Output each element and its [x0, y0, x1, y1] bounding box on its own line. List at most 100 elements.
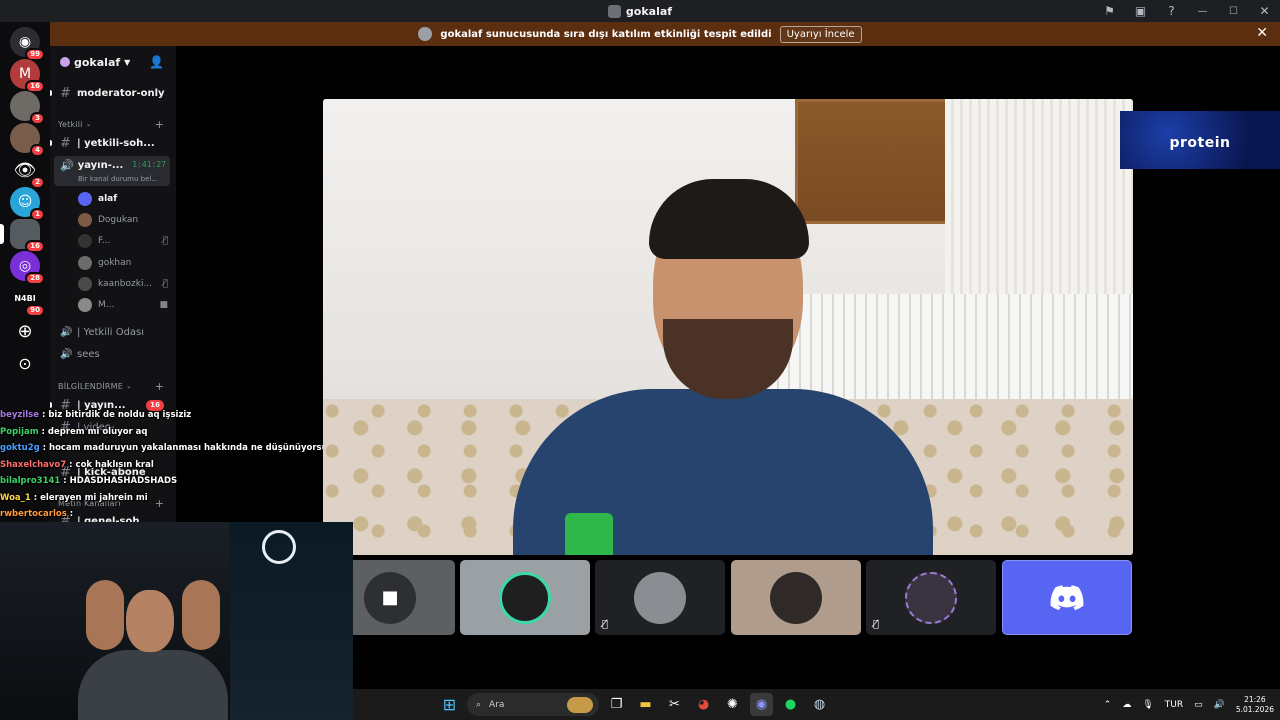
- volume-icon[interactable]: 🔊: [1214, 700, 1225, 710]
- participant-tile-discord[interactable]: [1002, 560, 1132, 635]
- voice-user[interactable]: gokhan: [78, 256, 168, 270]
- streamer-webcam-overlay: [0, 522, 353, 720]
- clock-time: 21:26: [1244, 694, 1266, 704]
- chat-line: Shaxelchavo7 : cok haklısın kral: [0, 459, 154, 470]
- voice-user[interactable]: F... 🎙̸: [78, 234, 168, 248]
- chat-message: biz bitirdik de noldu aq işsiziz: [48, 410, 192, 420]
- person-shirt: [78, 650, 228, 720]
- user-avatar: [78, 192, 92, 206]
- voice-user[interactable]: Dogukan: [78, 213, 168, 227]
- server-avatar-icon[interactable]: 4: [10, 123, 45, 157]
- file-explorer-icon[interactable]: ▬: [634, 693, 657, 716]
- participant-tile[interactable]: [460, 560, 590, 635]
- muted-mic-icon: 🎙̸: [873, 619, 880, 630]
- person-head: [126, 590, 174, 652]
- voice-channel-active[interactable]: 🔊 yayın-... 1:41:27 Bir kanal durumu bel…: [54, 156, 170, 186]
- minimize-button[interactable]: —: [1187, 0, 1218, 22]
- muted-mic-icon: 🎙̸: [162, 236, 168, 246]
- close-window-button[interactable]: ✕: [1249, 0, 1280, 22]
- cloud-icon[interactable]: ☁: [1122, 700, 1131, 710]
- selected-server-pill: [0, 224, 4, 244]
- chat-line: goktu2g : hocam maduruyun yakalanması ha…: [0, 443, 334, 453]
- task-view-icon[interactable]: ❐: [605, 693, 628, 716]
- eye-icon[interactable]: 👁 2: [10, 155, 45, 189]
- chat-username: rwbertocarlos: [0, 509, 67, 519]
- channel-label: sees: [77, 348, 100, 360]
- notification-badge: 2: [30, 176, 45, 189]
- display-icon[interactable]: ▭: [1194, 700, 1203, 710]
- signal-icon[interactable]: ◎ 28: [10, 251, 45, 285]
- channel-label: moderator-only: [77, 87, 165, 99]
- category-yetkili[interactable]: Yetkili ⌄ +: [50, 117, 176, 131]
- chrome-icon[interactable]: ◕: [692, 693, 715, 716]
- help-icon[interactable]: ?: [1156, 0, 1187, 22]
- category-label: BİLGİLENDİRME: [58, 381, 123, 391]
- clock[interactable]: 21:26 5.01.2026: [1236, 695, 1274, 715]
- unread-indicator: [50, 140, 52, 146]
- spotify-icon[interactable]: ●: [779, 693, 802, 716]
- chatgpt-icon[interactable]: ✺: [721, 693, 744, 716]
- server-avatar-icon[interactable]: 16: [10, 219, 45, 253]
- review-alert-button[interactable]: Uyarıyı İncele: [779, 25, 862, 43]
- voice-user[interactable]: alaf: [78, 192, 168, 206]
- user-avatar: [634, 571, 686, 624]
- server-header[interactable]: gokalaf ▼ 👤: [50, 46, 176, 78]
- voice-channel-yetkili-odasi[interactable]: 🔊 | Yetkili Odası: [50, 324, 176, 340]
- snipping-tool-icon[interactable]: ✂: [663, 693, 686, 716]
- app-root: gokalaf ⚑ ▣ ? — ☐ ✕ gokalaf sunucusunda …: [0, 0, 1280, 720]
- server-m-icon[interactable]: M 16: [10, 59, 45, 93]
- chevron-up-icon[interactable]: ⌃: [1104, 700, 1112, 710]
- voice-user-name: M...: [98, 300, 115, 310]
- chat-username: goktu2g: [0, 443, 40, 453]
- microphone-icon[interactable]: 🎙: [1142, 700, 1153, 710]
- add-server-icon[interactable]: ⊕: [10, 316, 40, 346]
- server-name: gokalaf: [74, 55, 121, 69]
- server-nabi-icon[interactable]: N4BI 90: [10, 283, 45, 317]
- search-placeholder: Ara: [489, 699, 505, 710]
- voice-timer: 1:41:27: [132, 160, 166, 169]
- video-curtain: [945, 99, 1133, 299]
- participant-tile[interactable]: 🎙̸: [595, 560, 725, 635]
- main-video-stream[interactable]: [323, 99, 1133, 555]
- participant-tile[interactable]: [731, 560, 861, 635]
- language-indicator[interactable]: TUR: [1165, 700, 1183, 710]
- muted-mic-icon: 🎙̸: [602, 619, 609, 630]
- discord-taskbar-icon[interactable]: ◉: [750, 693, 773, 716]
- voice-user[interactable]: M... ■: [78, 298, 168, 312]
- channel-moderator-only[interactable]: # moderator-only: [50, 84, 176, 102]
- text-channel-icon: #: [60, 135, 71, 151]
- stream-chat-overlay: beyzilse : biz bitirdik de noldu aq işsi…: [0, 407, 334, 527]
- search-icon: ⌕: [476, 699, 482, 710]
- notification-badge: 4: [30, 144, 45, 157]
- channel-yetkili-sohbet[interactable]: # | yetkili-soh...: [50, 134, 176, 152]
- windows-start-icon[interactable]: ⊞: [438, 693, 461, 716]
- chevron-down-icon: ⌄: [85, 120, 92, 128]
- category-bilgilendirme[interactable]: BİLGİLENDİRME ⌄ +: [50, 379, 176, 393]
- server-avatar-icon[interactable]: 3: [10, 91, 45, 125]
- chat-username: bilalpro3141: [0, 476, 61, 486]
- steam-icon[interactable]: ◍: [808, 693, 831, 716]
- explore-icon[interactable]: ⊙: [10, 348, 40, 378]
- maximize-button[interactable]: ☐: [1218, 0, 1249, 22]
- taskbar-search[interactable]: ⌕ Ara: [467, 693, 599, 716]
- smiley-icon[interactable]: ☺ 1: [10, 187, 45, 221]
- window-title-text: gokalaf: [625, 4, 673, 18]
- invite-user-icon[interactable]: 👤: [149, 55, 164, 69]
- voice-user[interactable]: kaanbozki... 🎙̸: [78, 277, 168, 291]
- voice-channel-label: yayın-...: [77, 160, 124, 171]
- user-avatar: [770, 571, 822, 624]
- add-channel-icon[interactable]: +: [155, 380, 164, 393]
- green-bottle: [565, 513, 613, 555]
- screen-icon[interactable]: ▣: [1125, 0, 1156, 22]
- notification-badge: 3: [30, 112, 45, 125]
- server-boost-icon: [60, 57, 70, 67]
- discord-logo-icon: [1050, 584, 1084, 610]
- participant-tile[interactable]: 🎙̸: [866, 560, 996, 635]
- close-banner-icon[interactable]: ✕: [1256, 25, 1268, 41]
- discord-home-icon[interactable]: ◉ 99: [10, 27, 45, 61]
- chat-username: beyzilse: [0, 410, 39, 420]
- inbox-flag-icon[interactable]: ⚑: [1094, 0, 1125, 22]
- voice-channel-sees[interactable]: 🔊 sees: [50, 346, 176, 362]
- clock-date: 5.01.2026: [1235, 704, 1274, 714]
- add-channel-icon[interactable]: +: [155, 118, 164, 131]
